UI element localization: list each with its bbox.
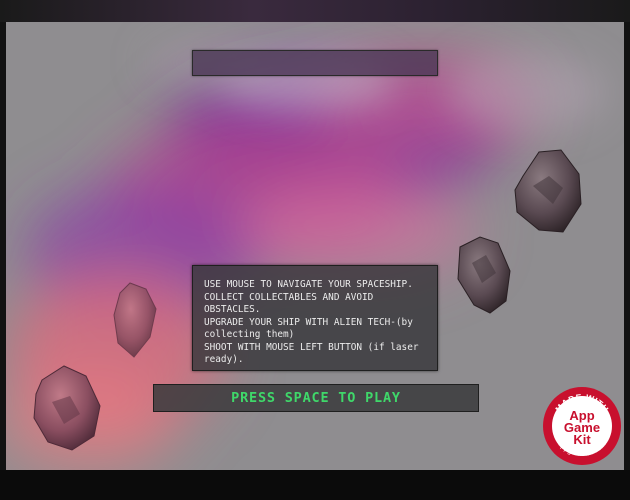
play-prompt: PRESS SPACE TO PLAY: [231, 390, 401, 406]
asteroid-rock: [514, 149, 582, 233]
asteroid-rock: [113, 282, 157, 358]
instructions-panel: USE MOUSE TO NAVIGATE YOUR SPACESHIP. CO…: [192, 265, 438, 371]
asteroid-rock: [457, 236, 511, 314]
instructions-text: USE MOUSE TO NAVIGATE YOUR SPACESHIP. CO…: [204, 279, 419, 365]
appgamekit-logo: MADE WITH appgamekit.com App Game Kit: [543, 387, 621, 465]
badge-line3: Kit: [573, 432, 591, 447]
title-panel: [192, 50, 438, 76]
window-top-bar: [0, 0, 630, 22]
game-canvas[interactable]: USE MOUSE TO NAVIGATE YOUR SPACESHIP. CO…: [6, 22, 624, 470]
asteroid-rock: [33, 365, 101, 451]
game-window: USE MOUSE TO NAVIGATE YOUR SPACESHIP. CO…: [0, 0, 630, 500]
window-bottom-bar: [0, 470, 630, 500]
play-button[interactable]: PRESS SPACE TO PLAY: [153, 384, 479, 412]
